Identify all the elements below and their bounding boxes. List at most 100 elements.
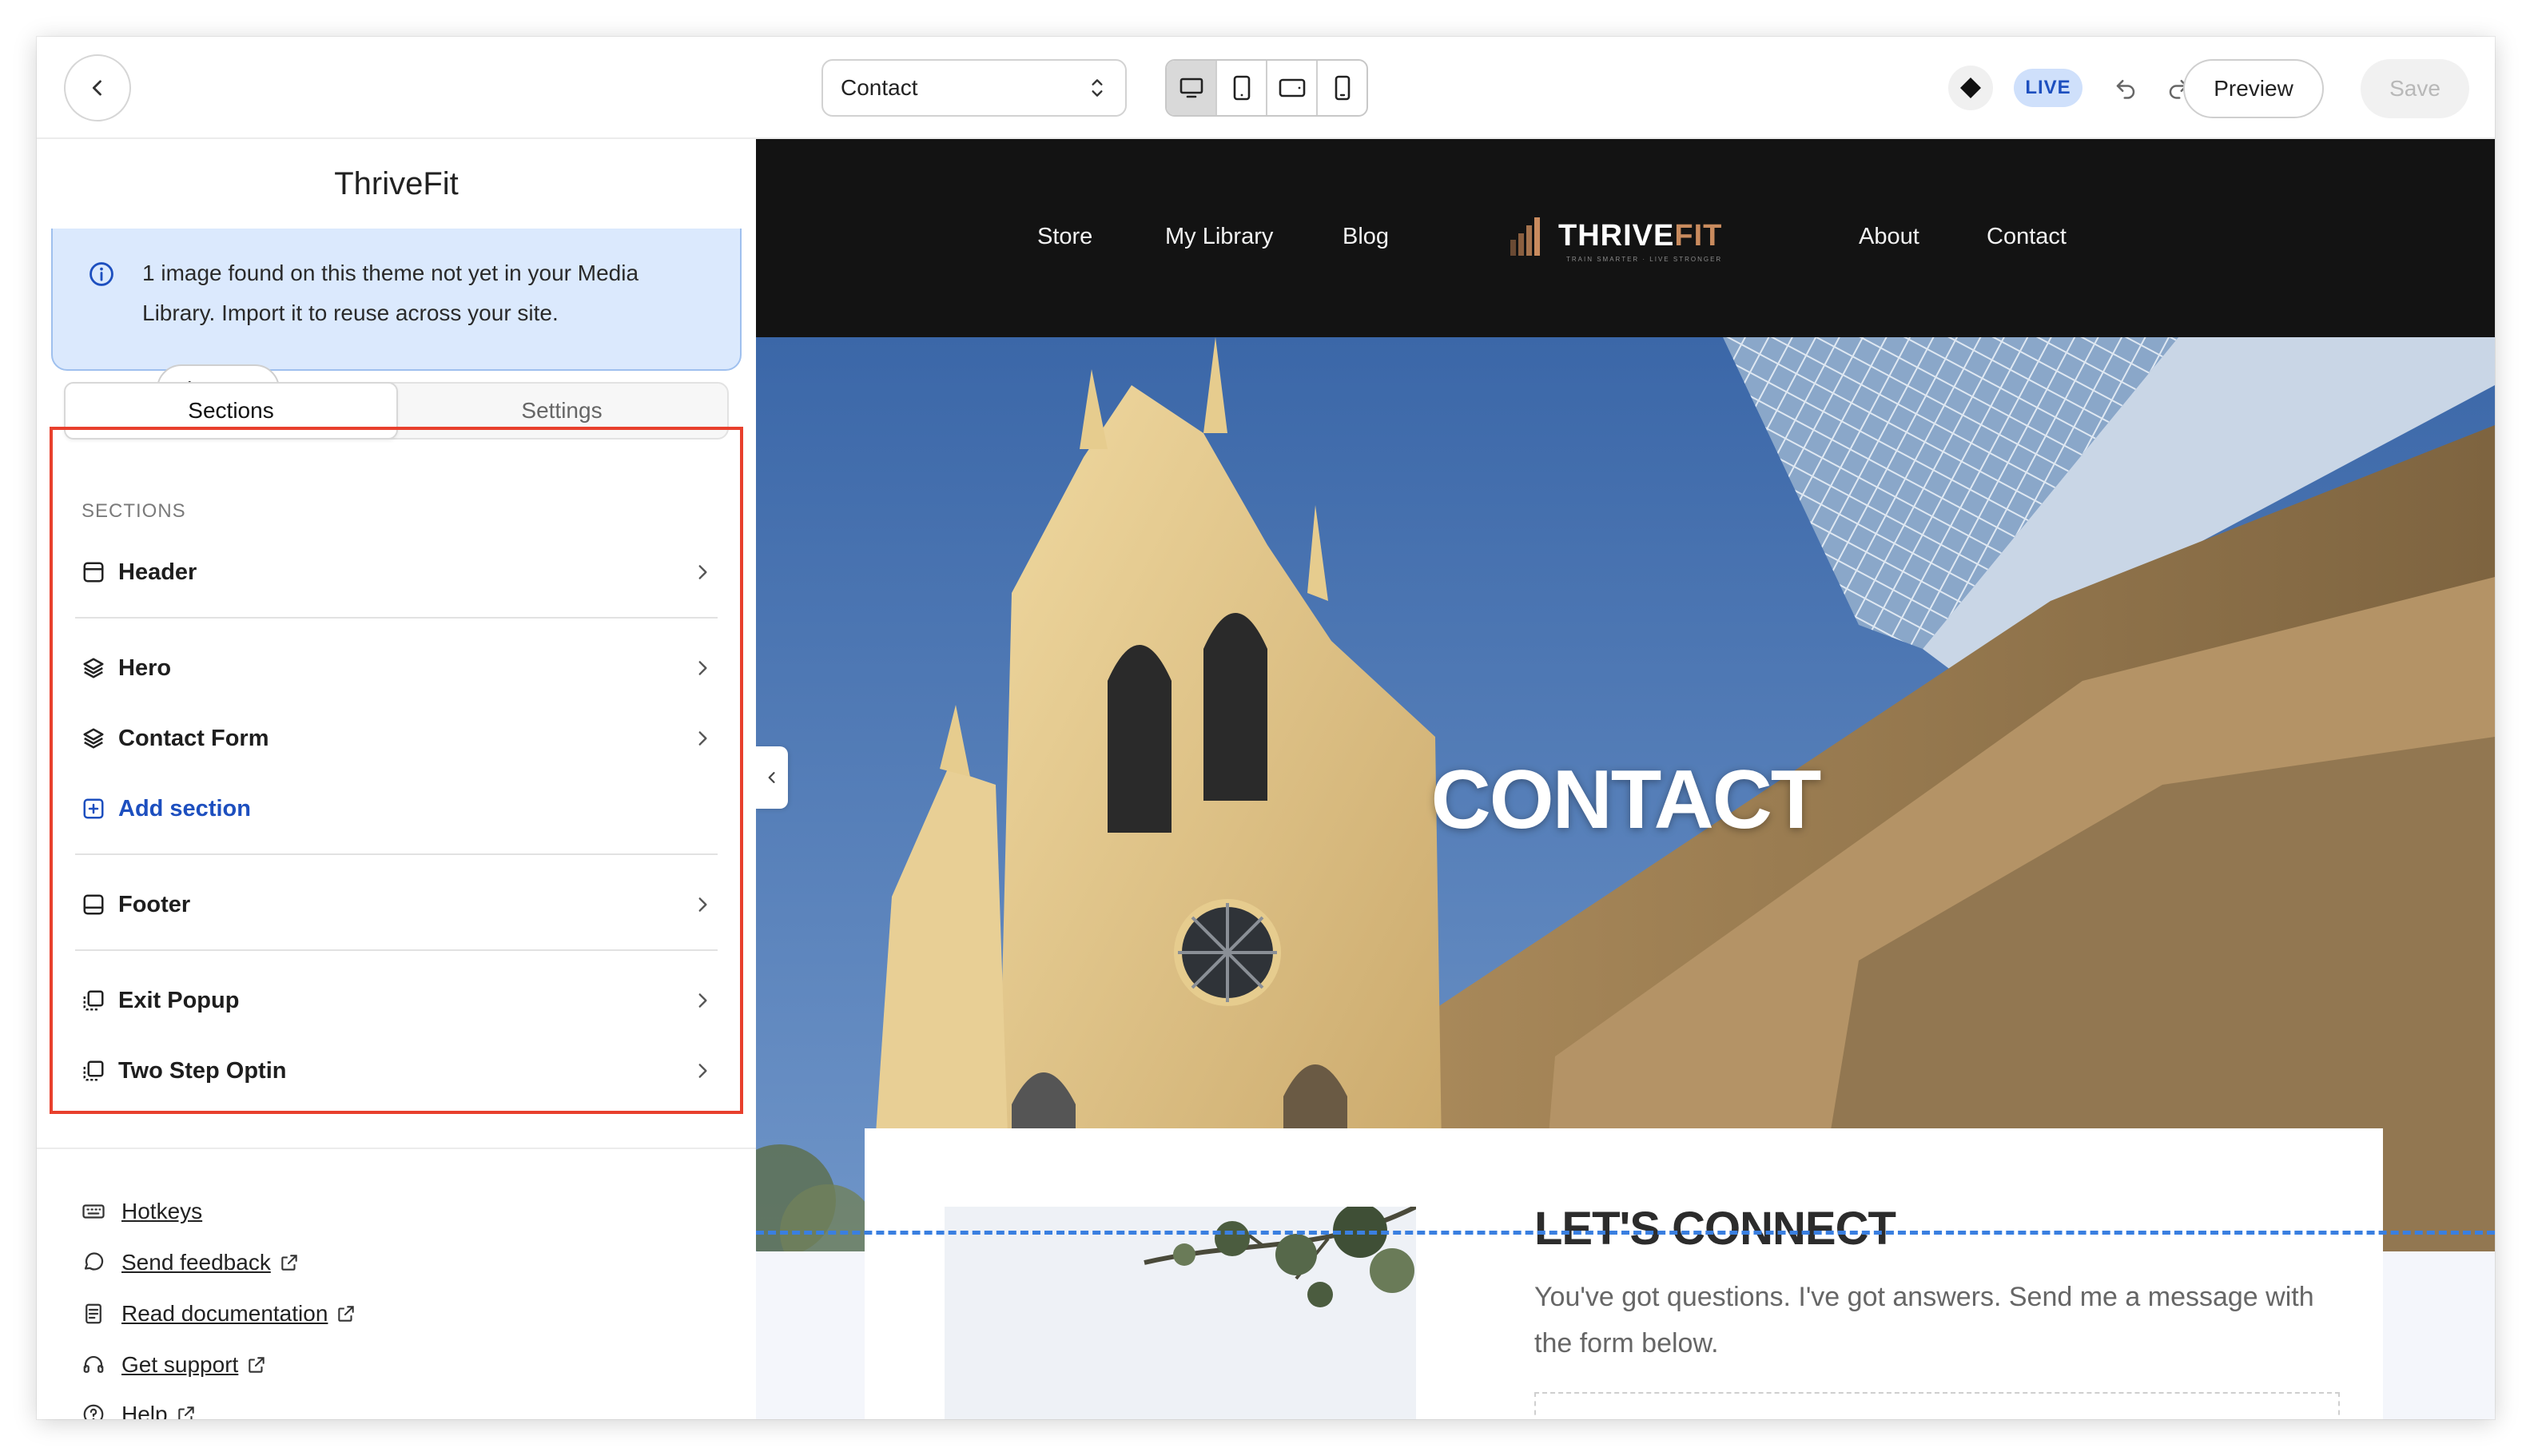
nav-link-about[interactable]: About — [1859, 224, 1919, 250]
section-item-hero[interactable]: Hero — [80, 636, 713, 700]
hero-title: CONTACT — [1430, 754, 1822, 846]
notice-text-line-2: Library. Import it to reuse across your … — [142, 300, 559, 325]
read-documentation-link-label: Read documentation — [121, 1301, 328, 1326]
layout-header-icon — [80, 559, 107, 586]
back-button[interactable] — [64, 54, 131, 121]
chevron-left-icon — [92, 80, 101, 96]
device-mobile-button[interactable] — [1318, 61, 1366, 115]
connect-title: LET'S CONNECT — [1534, 1203, 1896, 1255]
section-divider — [75, 853, 718, 855]
section-item-contact-form[interactable]: Contact Form — [80, 706, 713, 770]
ai-assistant-button[interactable] — [1948, 66, 1993, 110]
connect-description: You've got questions. I've got answers. … — [1534, 1282, 2314, 1359]
tablet-portrait-icon — [1233, 75, 1250, 101]
site-header[interactable]: Store My Library Blog THRIVEFIT TRAIN SM… — [756, 139, 2495, 337]
tree-branch-image — [945, 1207, 1416, 1419]
external-link-icon — [336, 1303, 356, 1324]
notice-text-line-1: 1 image found on this theme not yet in y… — [142, 261, 639, 285]
layers-icon — [80, 725, 107, 752]
nav-link-contact[interactable]: Contact — [1987, 224, 2067, 250]
device-desktop-button[interactable] — [1167, 61, 1217, 115]
section-item-footer[interactable]: Footer — [80, 873, 713, 937]
mobile-icon — [1335, 75, 1350, 101]
diamond-icon — [1960, 78, 1981, 98]
chevron-right-icon — [698, 661, 707, 675]
section-item-label: Hero — [118, 654, 172, 681]
undo-button[interactable] — [2103, 66, 2148, 110]
document-icon — [82, 1302, 109, 1326]
popup-icon — [80, 1057, 107, 1084]
section-divider — [75, 617, 718, 619]
chevron-right-icon — [698, 897, 707, 912]
help-link[interactable]: Help — [82, 1395, 197, 1419]
send-feedback-link[interactable]: Send feedback — [82, 1243, 300, 1282]
layout-footer-icon — [80, 891, 107, 918]
top-toolbar: Contact LIVE Preview Save — [37, 37, 2495, 139]
section-item-exit-popup[interactable]: Exit Popup — [80, 969, 713, 1032]
section-item-label: Two Step Optin — [118, 1057, 287, 1084]
sidebar-footer-divider — [37, 1148, 756, 1149]
bar-chart-logo-icon — [1510, 217, 1540, 256]
save-button[interactable]: Save — [2361, 59, 2469, 118]
add-section-label: Add section — [118, 795, 251, 821]
nav-link-store[interactable]: Store — [1037, 224, 1092, 250]
get-support-link-label: Get support — [121, 1352, 239, 1377]
chevron-right-icon — [698, 1064, 707, 1078]
chevron-left-icon — [768, 772, 775, 783]
nav-link-my-library[interactable]: My Library — [1165, 224, 1273, 250]
send-feedback-link-label: Send feedback — [121, 1250, 271, 1275]
add-section-button[interactable]: Add section — [80, 777, 713, 841]
chevron-right-icon — [698, 565, 707, 579]
headset-icon — [82, 1353, 109, 1377]
section-item-label: Header — [118, 559, 197, 585]
section-item-header[interactable]: Header — [80, 540, 713, 604]
device-tablet-landscape-button[interactable] — [1267, 61, 1318, 115]
editor-sidebar: 1 image found on this theme not yet in y… — [37, 139, 756, 1419]
logo-wordmark-main: THRIVE — [1558, 218, 1675, 253]
undo-icon — [2116, 80, 2135, 99]
popup-icon — [80, 987, 107, 1014]
layers-icon — [80, 654, 107, 682]
device-tablet-portrait-button[interactable] — [1217, 61, 1267, 115]
help-link-label: Help — [121, 1402, 168, 1419]
page-select-value: Contact — [841, 75, 918, 100]
hero-section[interactable]: CONTACT — [756, 337, 2495, 1251]
page-select[interactable]: Contact — [821, 59, 1127, 117]
chevron-right-icon — [698, 993, 707, 1008]
section-item-two-step-optin[interactable]: Two Step Optin — [80, 1039, 713, 1103]
contact-photo — [945, 1207, 1416, 1419]
get-support-link[interactable]: Get support — [82, 1346, 267, 1384]
desktop-icon — [1179, 78, 1203, 98]
section-divider — [75, 949, 718, 951]
section-item-label: Footer — [118, 891, 191, 917]
tablet-landscape-icon — [1279, 78, 1305, 97]
contact-form-placeholder[interactable] — [1534, 1392, 2340, 1419]
external-link-icon — [246, 1355, 267, 1375]
read-documentation-link[interactable]: Read documentation — [82, 1295, 356, 1333]
site-title: ThriveFit — [37, 139, 756, 229]
external-link-icon — [176, 1404, 197, 1419]
chevron-right-icon — [698, 731, 707, 746]
nav-link-blog[interactable]: Blog — [1343, 224, 1389, 250]
device-switcher — [1165, 59, 1368, 117]
site-logo[interactable]: THRIVEFIT — [1510, 216, 1722, 256]
sections-caption: SECTIONS — [82, 500, 186, 522]
info-icon — [90, 262, 113, 286]
live-status-badge: LIVE — [2014, 69, 2082, 107]
section-item-label: Exit Popup — [118, 987, 240, 1013]
keyboard-icon — [82, 1199, 109, 1223]
logo-tagline: TRAIN SMARTER · LIVE STRONGER — [1566, 256, 1723, 263]
logo-wordmark-accent: FIT — [1674, 218, 1723, 253]
chat-bubble-icon — [82, 1251, 109, 1275]
logo-wordmark: THRIVEFIT — [1558, 219, 1722, 253]
preview-button[interactable]: Preview — [2183, 59, 2324, 118]
hotkeys-link-label: Hotkeys — [121, 1199, 203, 1223]
help-circle-icon — [82, 1402, 109, 1419]
hotkeys-link[interactable]: Hotkeys — [82, 1192, 202, 1231]
external-link-icon — [279, 1252, 300, 1273]
collapse-sidebar-button[interactable] — [756, 746, 788, 809]
section-boundary-guide — [756, 1231, 2495, 1235]
editor-window: Contact LIVE Preview Save 1 image found … — [37, 37, 2495, 1419]
plus-square-icon — [80, 795, 107, 822]
site-preview-canvas: Store My Library Blog THRIVEFIT TRAIN SM… — [756, 139, 2495, 1419]
